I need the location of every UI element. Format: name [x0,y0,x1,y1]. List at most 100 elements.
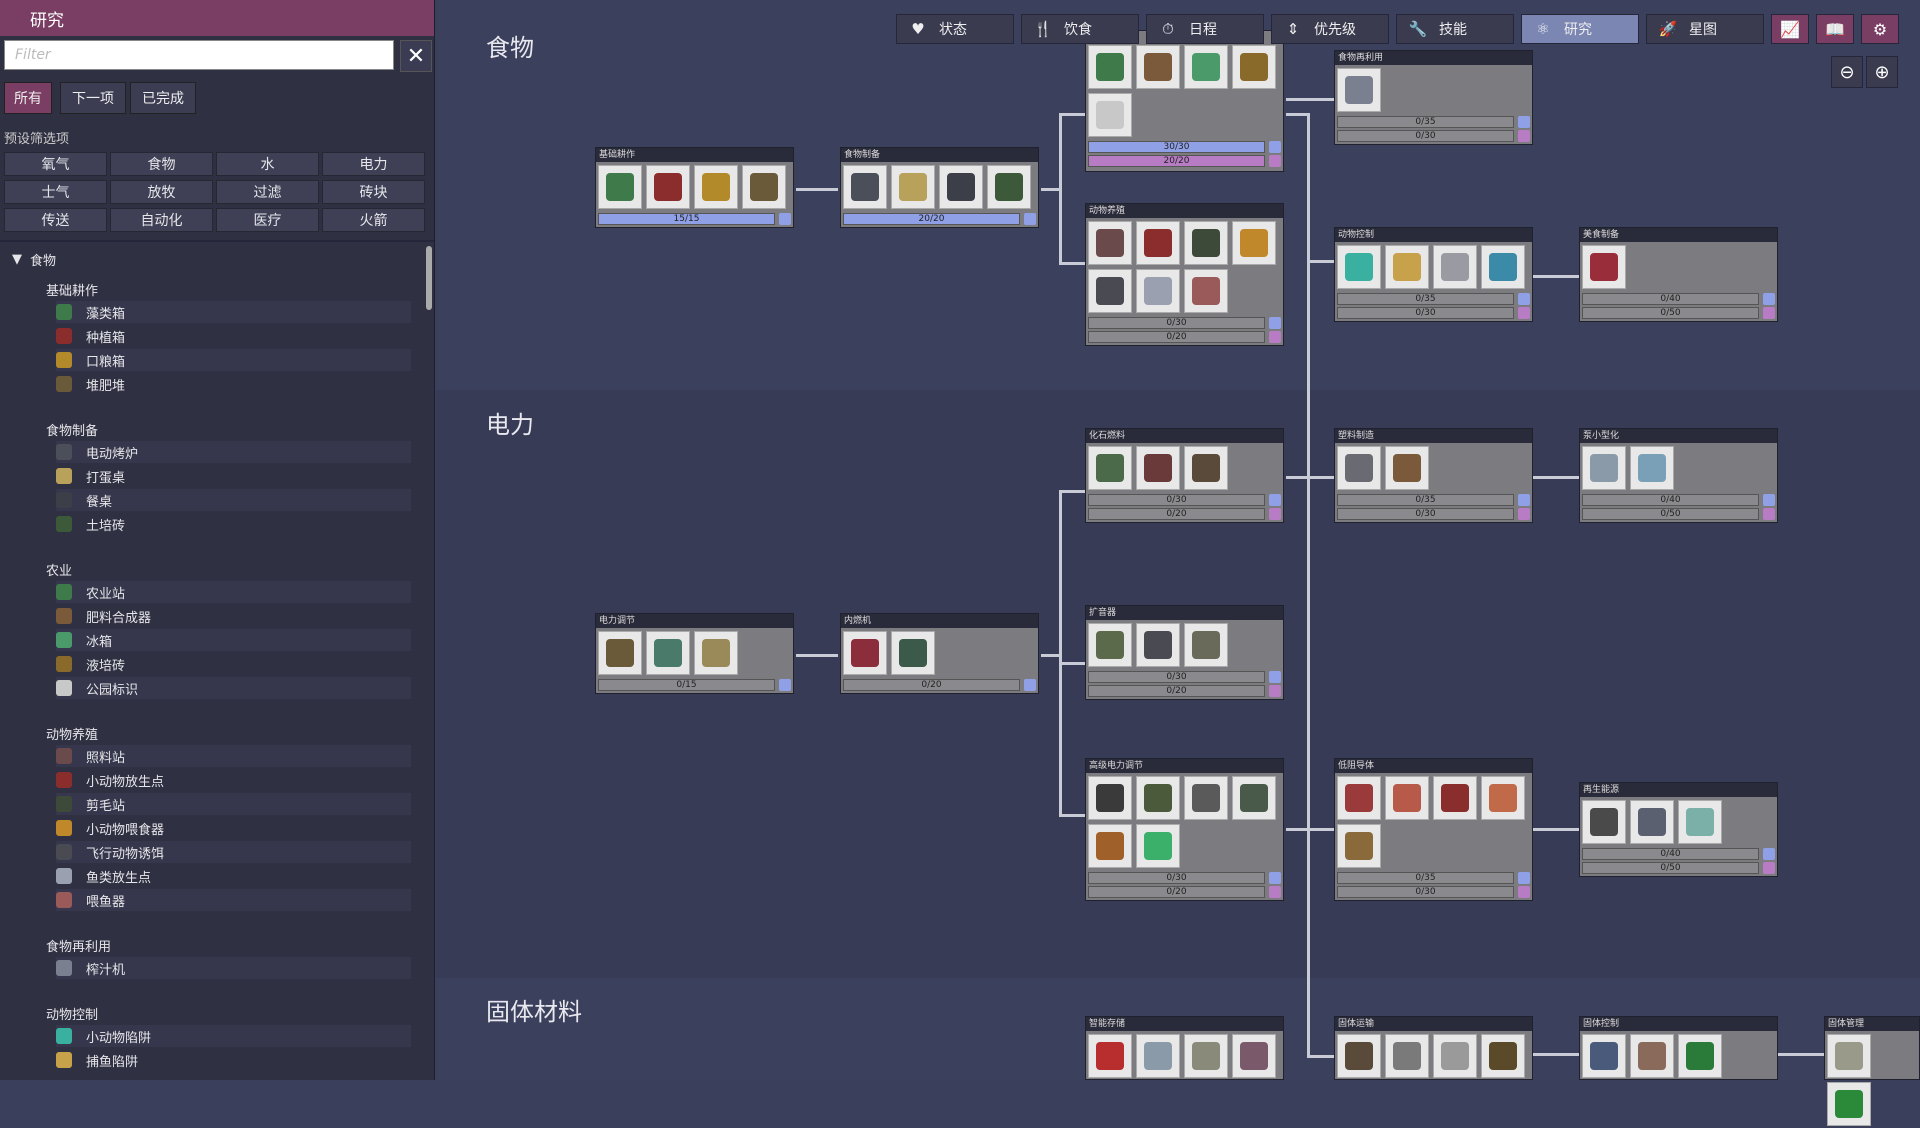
unlock-icon[interactable] [1630,446,1674,490]
unlock-icon[interactable] [694,631,738,675]
preset-morale[interactable]: 士气 [4,180,107,204]
zoom-in-button[interactable]: ⊕ [1866,56,1898,88]
unlock-icon[interactable] [1433,245,1477,289]
unlock-icon[interactable] [1184,1034,1228,1078]
list-item[interactable]: 冰箱 [56,629,411,651]
list-item[interactable]: 小动物陷阱 [56,1025,411,1047]
unlock-icon[interactable] [939,165,983,209]
tech-node-fossil-fuels[interactable]: 化石燃料 0/30 0/20 [1085,428,1284,523]
tech-node-ranching[interactable]: 动物养殖 0/30 0/20 [1085,203,1284,346]
preset-oxygen[interactable]: 氧气 [4,152,107,176]
list-item[interactable]: 农业站 [56,581,411,603]
unlock-icon[interactable] [1481,776,1525,820]
filter-input[interactable] [4,40,394,70]
clear-filter-button[interactable]: ✕ [400,40,432,72]
unlock-icon[interactable] [1136,776,1180,820]
preset-transport[interactable]: 传送 [4,208,107,232]
unlock-icon[interactable] [1385,446,1429,490]
list-item[interactable]: 电动烤炉 [56,441,411,463]
preset-water[interactable]: 水 [216,152,319,176]
tech-node-low-resistance-conductors[interactable]: 低阻导体 0/35 0/30 [1334,758,1533,901]
preset-filtration[interactable]: 过滤 [216,180,319,204]
list-item[interactable]: 打蛋桌 [56,465,411,487]
tech-node-plastics[interactable]: 塑料制造 0/35 0/30 [1334,428,1533,523]
unlock-icon[interactable] [1433,1034,1477,1078]
priorities-button[interactable]: ⇕ 优先级 [1271,14,1389,44]
unlock-icon[interactable] [1337,776,1381,820]
unlock-icon[interactable] [987,165,1031,209]
preset-rocketry[interactable]: 火箭 [322,208,425,232]
list-item[interactable]: 餐桌 [56,489,411,511]
tech-node-animal-control[interactable]: 动物控制 0/35 0/30 [1334,227,1533,322]
unlock-icon[interactable] [1088,93,1132,137]
unlock-icon[interactable] [1337,245,1381,289]
list-item[interactable]: 鱼类放生点 [56,865,411,887]
tech-node-gourmet-cooking[interactable]: 美食制备 0/40 0/50 [1579,227,1778,322]
unlock-icon[interactable] [1136,269,1180,313]
unlock-icon[interactable] [1678,800,1722,844]
unlock-icon[interactable] [1184,269,1228,313]
starmap-button[interactable]: 🚀 星图 [1646,14,1764,44]
preset-ranching[interactable]: 放牧 [110,180,213,204]
tab-all[interactable]: 所有 [4,82,52,114]
list-item[interactable]: 飞行动物诱饵 [56,841,411,863]
unlock-icon[interactable] [1630,1034,1674,1078]
tech-node-agriculture[interactable]: 30/30 20/20 [1085,30,1284,172]
unlock-icon[interactable] [1827,1034,1871,1078]
unlock-icon[interactable] [1582,446,1626,490]
tech-node-smart-storage[interactable]: 智能存储 [1085,1016,1284,1080]
unlock-icon[interactable] [1184,221,1228,265]
unlock-icon[interactable] [1385,776,1429,820]
unlock-icon[interactable] [1232,1034,1276,1078]
preset-food[interactable]: 食物 [110,152,213,176]
list-item[interactable]: 种植箱 [56,325,411,347]
list-item[interactable]: 公园标识 [56,677,411,699]
unlock-icon[interactable] [1232,45,1276,89]
unlock-icon[interactable] [1582,1034,1626,1078]
unlock-icon[interactable] [598,631,642,675]
unlock-icon[interactable] [1088,269,1132,313]
skills-button[interactable]: 🔧 技能 [1396,14,1514,44]
tab-next[interactable]: 下一项 [60,82,126,114]
tab-completed[interactable]: 已完成 [130,82,196,114]
list-item[interactable]: 照料站 [56,745,411,767]
list-item[interactable]: 液培砖 [56,653,411,675]
list-item[interactable]: 榨汁机 [56,957,411,979]
tech-node-solid-management[interactable]: 固体管理 [1824,1016,1920,1126]
unlock-icon[interactable] [1337,824,1381,868]
tech-node-advanced-power-regulation[interactable]: 高级电力调节 0/30 0/20 [1085,758,1284,901]
unlock-icon[interactable] [1582,800,1626,844]
preset-power[interactable]: 电力 [322,152,425,176]
list-item[interactable]: 藻类箱 [56,301,411,323]
preset-medical[interactable]: 医疗 [216,208,319,232]
list-item[interactable]: 小动物放生点 [56,769,411,791]
unlock-icon[interactable] [1582,245,1626,289]
unlock-icon[interactable] [1136,446,1180,490]
diet-button[interactable]: 🍴 饮食 [1021,14,1139,44]
unlock-icon[interactable] [843,165,887,209]
schedule-button[interactable]: ⏱ 日程 [1146,14,1264,44]
unlock-icon[interactable] [694,165,738,209]
reports-button[interactable]: 📈 [1771,14,1809,44]
unlock-icon[interactable] [1184,776,1228,820]
status-button[interactable]: ♥ 状态 [896,14,1014,44]
unlock-icon[interactable] [1136,1034,1180,1078]
tech-node-basic-farming[interactable]: 基础耕作 15/15 [595,147,794,228]
unlock-icon[interactable] [843,631,887,675]
unlock-icon[interactable] [1481,245,1525,289]
settings-button[interactable]: ⚙ [1861,14,1899,44]
unlock-icon[interactable] [742,165,786,209]
tech-node-sound-amplifiers[interactable]: 扩音器 0/30 0/20 [1085,605,1284,700]
unlock-icon[interactable] [1630,800,1674,844]
list-item[interactable]: 口粮箱 [56,349,411,371]
unlock-icon[interactable] [1232,776,1276,820]
category-food[interactable]: ▼ 食物 [12,250,56,269]
unlock-icon[interactable] [1184,623,1228,667]
unlock-icon[interactable] [1088,776,1132,820]
research-button[interactable]: ⚛ 研究 [1521,14,1639,44]
unlock-icon[interactable] [1481,1034,1525,1078]
list-item[interactable]: 堆肥堆 [56,373,411,395]
preset-automation[interactable]: 自动化 [110,208,213,232]
list-item[interactable]: 肥料合成器 [56,605,411,627]
tech-node-renewable-energy[interactable]: 再生能源 0/40 0/50 [1579,782,1778,877]
